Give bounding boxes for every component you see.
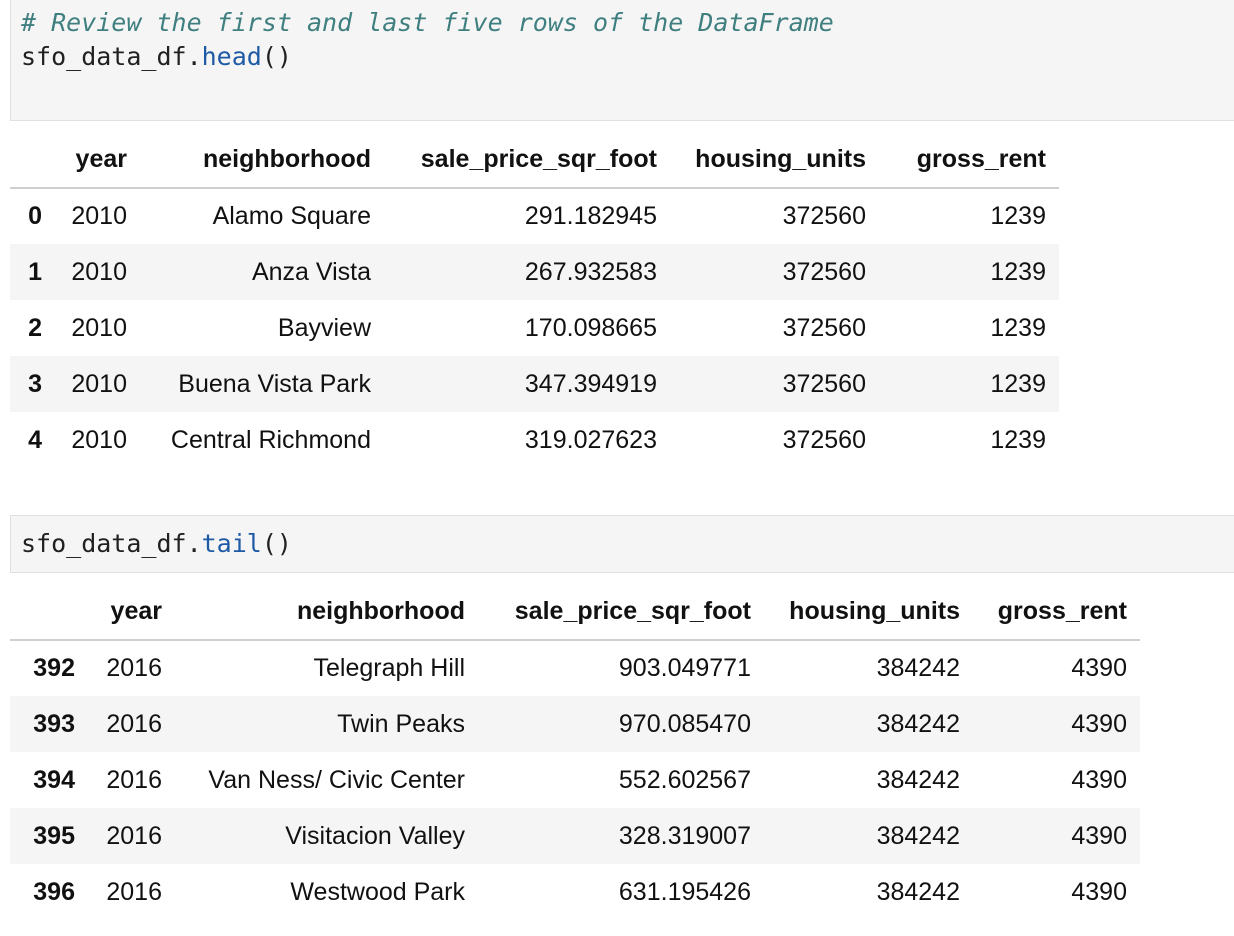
- column-header: sale_price_sqr_foot: [478, 584, 764, 641]
- column-header: gross_rent: [973, 584, 1140, 641]
- code-object: sfo_data_df.: [21, 529, 202, 558]
- cell-sale-price: 903.049771: [618, 654, 751, 682]
- row-index: 394: [33, 765, 75, 794]
- cell-neighborhood: Anza Vista: [251, 257, 371, 286]
- table-row: 2 2010 Bayview 170.098665 372560 1239: [10, 300, 1059, 356]
- cell-year: 2010: [71, 313, 127, 342]
- cell-housing-units: 384242: [876, 709, 960, 738]
- index-header: [10, 132, 55, 189]
- dataframe-head-output: year neighborhood sale_price_sqr_foot ho…: [10, 132, 1059, 468]
- cell-housing-units: 372560: [782, 425, 866, 454]
- row-index: 2: [28, 313, 42, 342]
- code-comment: # Review the first and last five rows of…: [21, 8, 834, 37]
- column-header: year: [55, 132, 140, 189]
- code-method: tail: [201, 529, 262, 558]
- cell-gross-rent: 1239: [990, 257, 1046, 286]
- index-header: [10, 584, 88, 641]
- cell-sale-price: 552.602567: [618, 765, 751, 794]
- cell-neighborhood: Central Richmond: [170, 425, 371, 454]
- column-header: neighborhood: [175, 584, 478, 641]
- cell-sale-price: 631.195426: [618, 877, 751, 906]
- table-header-row: year neighborhood sale_price_sqr_foot ho…: [10, 584, 1140, 641]
- row-index: 4: [28, 425, 42, 454]
- code-line-head: sfo_data_df.head(): [21, 40, 1234, 74]
- table-row: 392 2016 Telegraph Hill 903.049771 38424…: [10, 640, 1140, 696]
- cell-gross-rent: 1239: [990, 202, 1046, 230]
- column-header: neighborhood: [140, 132, 384, 189]
- table-row: 0 2010 Alamo Square 291.182945 372560 12…: [10, 188, 1059, 244]
- cell-sale-price: 328.319007: [618, 821, 751, 850]
- cell-gross-rent: 4390: [1071, 765, 1127, 794]
- cell-year: 2016: [106, 709, 162, 738]
- cell-neighborhood: Visitacion Valley: [285, 821, 465, 850]
- cell-neighborhood: Bayview: [277, 313, 371, 342]
- code-method: head: [201, 42, 262, 71]
- column-header: housing_units: [670, 132, 879, 189]
- table-row: 396 2016 Westwood Park 631.195426 384242…: [10, 864, 1140, 920]
- table-row: 3 2010 Buena Vista Park 347.394919 37256…: [10, 356, 1059, 412]
- cell-neighborhood: Westwood Park: [290, 877, 465, 906]
- column-header: year: [88, 584, 175, 641]
- cell-neighborhood: Buena Vista Park: [178, 369, 371, 398]
- cell-gross-rent: 4390: [1071, 709, 1127, 738]
- cell-housing-units: 372560: [782, 313, 866, 342]
- cell-housing-units: 384242: [876, 765, 960, 794]
- cell-gross-rent: 4390: [1071, 654, 1127, 682]
- cell-sale-price: 170.098665: [524, 313, 657, 342]
- table-row: 4 2010 Central Richmond 319.027623 37256…: [10, 412, 1059, 468]
- cell-year: 2010: [71, 425, 127, 454]
- table-row: 394 2016 Van Ness/ Civic Center 552.6025…: [10, 752, 1140, 808]
- code-cell-head[interactable]: # Review the first and last five rows of…: [10, 0, 1234, 121]
- row-index: 392: [33, 654, 75, 682]
- row-index: 3: [28, 369, 42, 398]
- code-object: sfo_data_df.: [21, 42, 202, 71]
- cell-housing-units: 384242: [876, 654, 960, 682]
- row-index: 396: [33, 877, 75, 906]
- cell-sale-price: 267.932583: [524, 257, 657, 286]
- table-header-row: year neighborhood sale_price_sqr_foot ho…: [10, 132, 1059, 189]
- dataframe-tail-output: year neighborhood sale_price_sqr_foot ho…: [10, 584, 1140, 920]
- cell-sale-price: 291.182945: [524, 202, 657, 230]
- table-row: 393 2016 Twin Peaks 970.085470 384242 43…: [10, 696, 1140, 752]
- code-cell-tail[interactable]: sfo_data_df.tail(): [10, 515, 1234, 573]
- row-index: 1: [28, 257, 42, 286]
- cell-year: 2010: [71, 202, 127, 230]
- cell-housing-units: 372560: [782, 257, 866, 286]
- row-index: 395: [33, 821, 75, 850]
- cell-housing-units: 384242: [876, 877, 960, 906]
- cell-housing-units: 372560: [782, 202, 866, 230]
- row-index: 393: [33, 709, 75, 738]
- table-row: 1 2010 Anza Vista 267.932583 372560 1239: [10, 244, 1059, 300]
- cell-year: 2016: [106, 821, 162, 850]
- cell-year: 2010: [71, 369, 127, 398]
- cell-year: 2016: [106, 877, 162, 906]
- code-args: (): [261, 529, 292, 558]
- cell-gross-rent: 1239: [990, 425, 1046, 454]
- table-row: 395 2016 Visitacion Valley 328.319007 38…: [10, 808, 1140, 864]
- row-index: 0: [28, 202, 42, 230]
- cell-year: 2010: [71, 257, 127, 286]
- cell-neighborhood: Alamo Square: [212, 202, 371, 230]
- cell-neighborhood: Twin Peaks: [337, 709, 465, 738]
- column-header: gross_rent: [879, 132, 1059, 189]
- cell-gross-rent: 4390: [1071, 877, 1127, 906]
- cell-housing-units: 372560: [782, 369, 866, 398]
- cell-gross-rent: 4390: [1071, 821, 1127, 850]
- cell-sale-price: 347.394919: [524, 369, 657, 398]
- column-header: sale_price_sqr_foot: [384, 132, 670, 189]
- code-args: (): [261, 42, 292, 71]
- cell-gross-rent: 1239: [990, 369, 1046, 398]
- cell-sale-price: 319.027623: [524, 425, 657, 454]
- cell-neighborhood: Van Ness/ Civic Center: [208, 765, 465, 794]
- cell-neighborhood: Telegraph Hill: [313, 654, 465, 682]
- code-line-tail: sfo_data_df.tail(): [21, 527, 1234, 561]
- cell-sale-price: 970.085470: [618, 709, 751, 738]
- cell-year: 2016: [106, 765, 162, 794]
- cell-gross-rent: 1239: [990, 313, 1046, 342]
- cell-year: 2016: [106, 654, 162, 682]
- cell-housing-units: 384242: [876, 821, 960, 850]
- column-header: housing_units: [764, 584, 973, 641]
